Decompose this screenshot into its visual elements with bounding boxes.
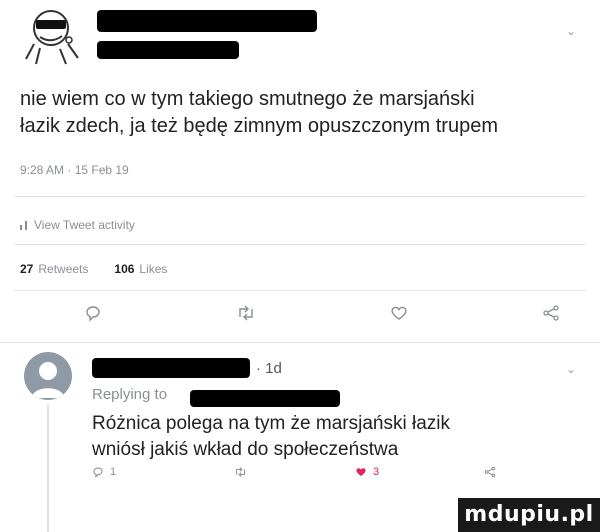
retweets-stat[interactable]: 27 Retweets <box>20 262 88 276</box>
reply-icon[interactable] <box>84 304 102 322</box>
reply-reply-button[interactable]: 1 <box>92 466 116 478</box>
reply-author-avatar[interactable] <box>24 352 72 400</box>
meme-face-icon <box>25 10 79 65</box>
share-icon[interactable] <box>542 304 560 322</box>
view-tweet-activity-link[interactable]: View Tweet activity <box>20 218 135 232</box>
retweet-icon <box>236 467 245 477</box>
tweet-action-bar <box>0 304 600 332</box>
watermark: mdupiu.pl <box>458 498 600 532</box>
activity-label: View Tweet activity <box>34 218 135 232</box>
divider <box>14 196 586 197</box>
reply-like-button[interactable]: 3 <box>355 466 379 478</box>
redacted-replying-to-handle[interactable] <box>190 390 340 407</box>
heart-icon[interactable] <box>390 304 408 322</box>
replying-to-label: Replying to <box>92 386 168 403</box>
default-avatar-icon <box>32 362 64 398</box>
retweet-icon[interactable] <box>236 304 256 322</box>
reply-text: Różnica polega na tym że marsjański łazi… <box>92 413 450 460</box>
reply-timestamp[interactable]: · 1d <box>256 360 282 377</box>
divider <box>0 342 600 343</box>
author-avatar[interactable] <box>22 4 84 66</box>
divider <box>14 244 586 245</box>
like-count: 3 <box>373 466 380 478</box>
redacted-reply-name <box>92 358 250 378</box>
likes-stat[interactable]: 106 Likes <box>114 262 167 276</box>
reply-action-bar: 1 3 <box>0 466 600 486</box>
chevron-down-icon[interactable]: ⌄ <box>566 362 576 376</box>
heart-icon <box>356 468 366 476</box>
retweets-count: 27 <box>20 262 34 276</box>
engagement-stats: 27 Retweets 106 Likes <box>20 262 167 276</box>
divider <box>14 290 586 291</box>
chevron-down-icon[interactable]: ⌄ <box>566 24 576 38</box>
share-icon <box>484 466 496 478</box>
redacted-handle <box>97 41 239 59</box>
reply-count: 1 <box>110 466 117 478</box>
redacted-display-name <box>97 10 317 32</box>
likes-label: Likes <box>139 262 168 276</box>
reply-share-button[interactable] <box>484 466 496 478</box>
retweets-label: Retweets <box>38 262 89 276</box>
tweet-timestamp[interactable]: 9:28 AM · 15 Feb 19 <box>20 163 129 177</box>
likes-count: 106 <box>114 262 135 276</box>
tweet-text: nie wiem co w tym takiego smutnego że ma… <box>20 88 498 137</box>
reply-icon <box>93 467 103 478</box>
reply-retweet-button[interactable] <box>234 466 247 478</box>
bar-chart-icon <box>20 220 27 230</box>
